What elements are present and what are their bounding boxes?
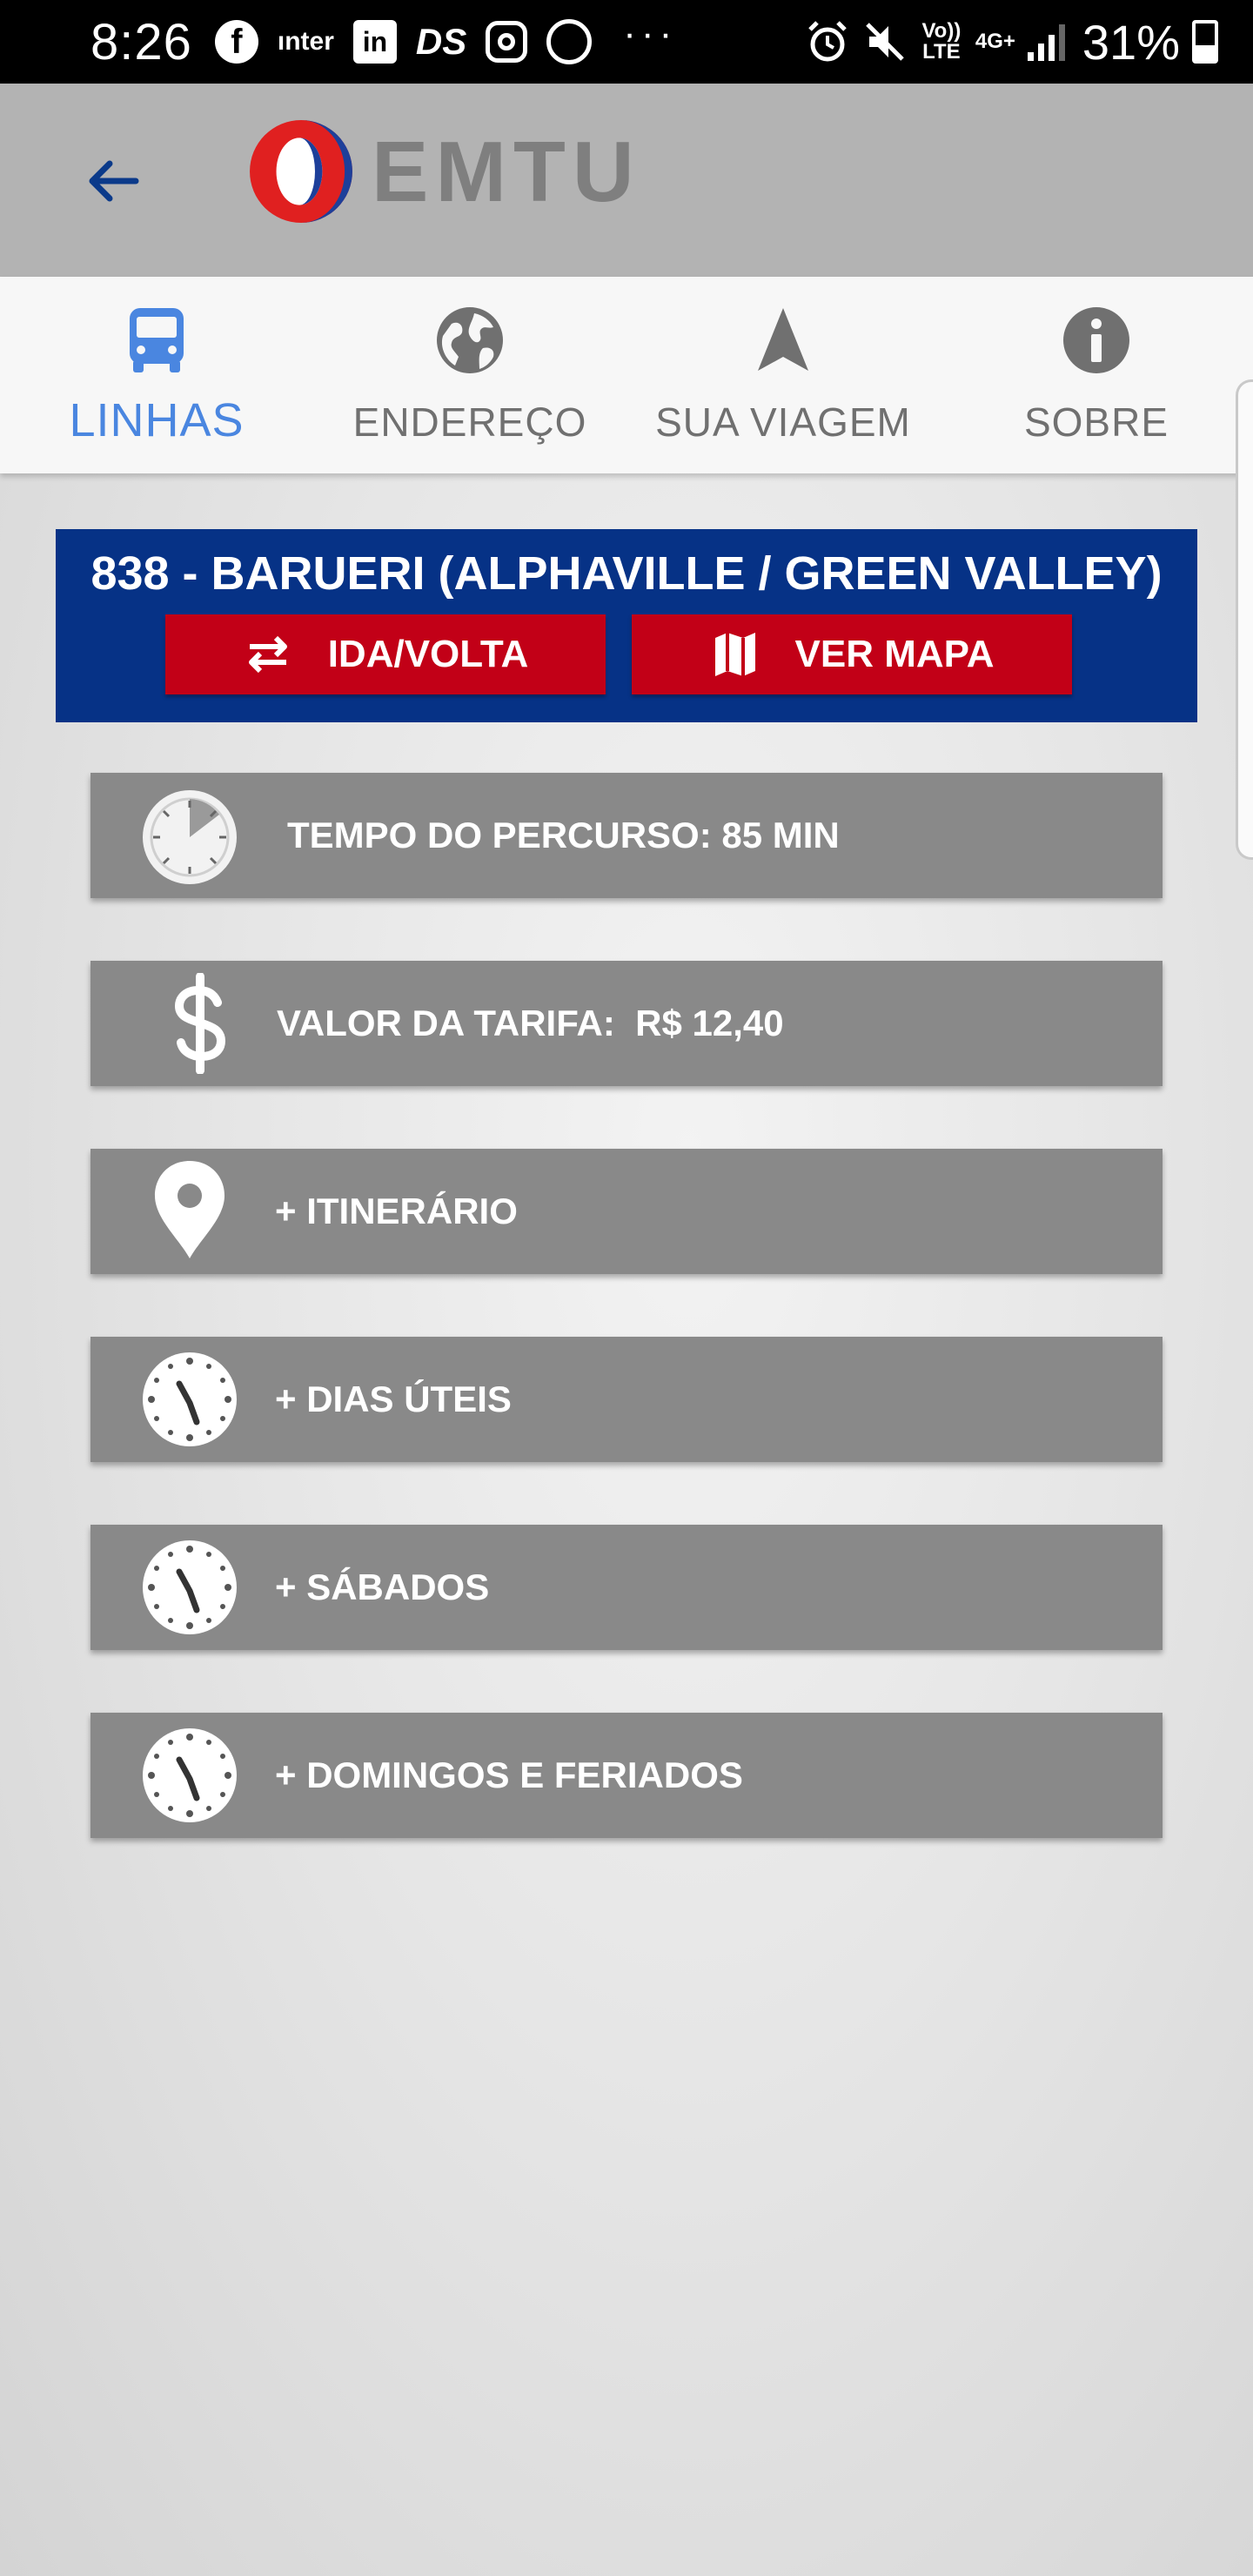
dollar-icon [174,973,226,1074]
map-icon [714,633,755,676]
tab-bar: LINHAS ENDEREÇO SUA VIAGEM SOBRE [0,277,1253,473]
tab-label: SUA VIAGEM [655,399,911,445]
notification-icons: f ınter in DS ··· [214,12,677,64]
ida-volta-label: IDA/VOLTA [327,633,529,675]
info-row-label: + SÁBADOS [275,1566,490,1607]
tab-linhas[interactable]: LINHAS [0,277,313,473]
tab-sobre[interactable]: SOBRE [940,277,1253,473]
drawer-handle[interactable] [1236,379,1253,860]
ida-volta-button[interactable]: IDA/VOLTA [165,614,606,694]
clock-icon [143,1540,237,1634]
facebook-icon: f [214,20,258,64]
battery-icon [1192,20,1218,64]
signal-icon [1027,23,1065,61]
info-icon [1063,307,1129,373]
map-pin-icon [155,1161,224,1258]
inter-icon: ınter [277,27,334,56]
whatsapp-icon [546,19,593,64]
tab-endereco[interactable]: ENDEREÇO [313,277,626,473]
more-notifications-icon: ··· [623,12,678,55]
volte-indicator: Vo)) LTE [921,19,962,64]
app-header: EMTU [0,84,1253,277]
info-row-sabados[interactable]: + SÁBADOS [90,1525,1163,1650]
clock-icon [143,1728,237,1822]
bus-icon [130,308,184,372]
status-bar: 8:26 f ınter in DS ··· Vo)) LTE 4G+ 31% [0,0,1253,84]
battery-percent: 31% [1082,14,1180,70]
tab-label: SOBRE [1023,399,1169,445]
system-icons: Vo)) LTE 4G+ 31% [805,14,1218,70]
status-time: 8:26 [90,13,192,70]
info-row-domingos-feriados[interactable]: + DOMINGOS E FERIADOS [90,1713,1163,1838]
ver-mapa-label: VER MAPA [794,633,995,675]
linkedin-icon: in [352,20,397,64]
globe-icon [437,307,503,373]
ds-icon: DS [415,21,467,62]
tab-label: LINHAS [69,394,245,446]
stopwatch-icon [143,790,237,884]
ver-mapa-button[interactable]: VER MAPA [632,614,1072,694]
info-row-tarifa: VALOR DA TARIFA: R$ 12,40 [90,961,1163,1086]
info-row-tempo: TEMPO DO PERCURSO: 85 MIN [90,773,1163,898]
info-row-dias-uteis[interactable]: + DIAS ÚTEIS [90,1337,1163,1462]
logo-text: EMTU [372,123,641,219]
swap-arrows-icon [248,635,287,674]
mute-icon [866,23,904,61]
info-row-itinerario[interactable]: + ITINERÁRIO [90,1149,1163,1274]
info-row-label: + ITINERÁRIO [275,1191,518,1231]
info-row-label: TEMPO DO PERCURSO: 85 MIN [287,815,840,855]
back-arrow-icon[interactable] [78,146,148,216]
alarm-icon [808,21,847,62]
tab-label: ENDEREÇO [352,399,587,445]
emtu-logo-mark [250,120,352,223]
tab-sua-viagem[interactable]: SUA VIAGEM [626,277,940,473]
info-row-label: + DOMINGOS E FERIADOS [275,1754,743,1795]
info-row-label: + DIAS ÚTEIS [275,1379,512,1419]
route-title: 838 - BARUERI (ALPHAVILLE / GREEN VALLEY… [90,547,1163,600]
network-indicator: 4G+ [975,30,1015,53]
clock-icon [143,1352,237,1446]
navigation-arrow-icon [758,308,808,371]
info-row-label: VALOR DA TARIFA: R$ 12,40 [277,1003,784,1043]
emtu-logo: EMTU [248,118,641,225]
instagram-icon [486,21,528,63]
route-card: 838 - BARUERI (ALPHAVILLE / GREEN VALLEY… [56,529,1197,722]
